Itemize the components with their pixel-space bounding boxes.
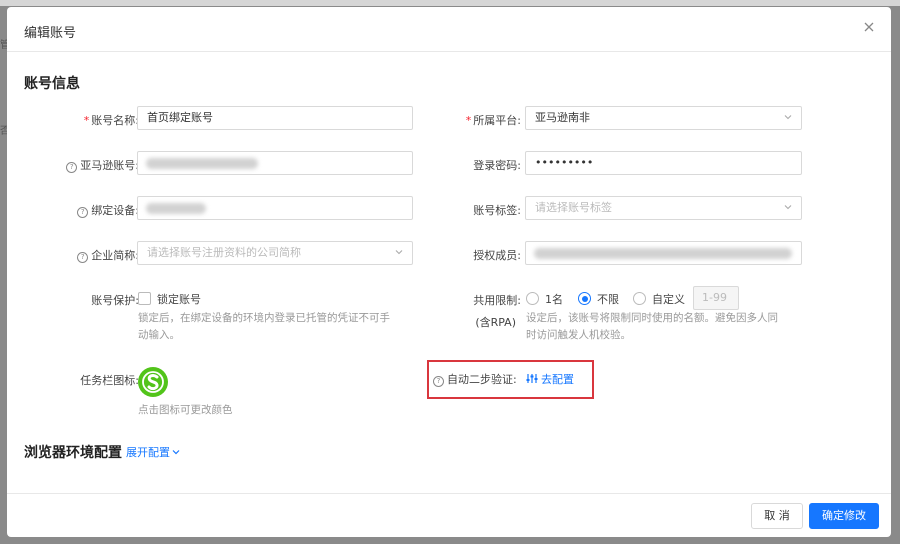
radio-one-label: 1名 [545, 293, 563, 306]
radio-custom-label: 自定义 [652, 293, 685, 306]
redacted-value [146, 203, 206, 214]
radio-unlimited[interactable] [578, 292, 591, 305]
account-protect-help: 锁定后，在绑定设备的环境内登录已托管的凭证不可手 动输入。 [138, 310, 390, 344]
help-line: 设定后，该账号将限制同时使用的名额。避免因多人同 [526, 312, 778, 324]
chevron-down-icon [172, 450, 180, 455]
account-tag-select[interactable]: 请选择账号标签 [525, 196, 802, 220]
cancel-button[interactable]: 取 消 [751, 503, 803, 529]
radio-one[interactable] [526, 292, 539, 305]
redacted-value [146, 158, 258, 169]
chevron-down-icon [784, 205, 792, 210]
logo-icon [8, 521, 31, 533]
question-icon: ? [66, 162, 78, 173]
shared-limit-sublabel: (含RPA) [475, 316, 516, 329]
shared-limit-label: 共用限制: [473, 294, 521, 307]
company-short-placeholder: 请选择账号注册资料的公司简称 [147, 246, 301, 259]
account-tag-placeholder: 请选择账号标签 [535, 201, 612, 214]
company-short-label: ? 企业简称: [77, 247, 139, 263]
custom-limit-input[interactable]: 1-99 [693, 286, 739, 310]
expand-link-text: 展开配置 [126, 446, 170, 459]
help-line: 锁定后，在绑定设备的环境内登录已托管的凭证不可手 [138, 312, 390, 324]
taskbar-app-icon[interactable] [137, 366, 169, 398]
bind-device-input[interactable] [137, 196, 413, 220]
question-icon: ? [433, 376, 444, 387]
configure-2fa-link[interactable]: 去配置 [526, 371, 574, 387]
expand-config-link[interactable]: 展开配置 [126, 444, 181, 460]
login-password-input[interactable]: ••••••••• [525, 151, 802, 175]
platform-select[interactable]: 亚马逊南非 [525, 106, 802, 130]
platform-label: * 所属平台: [465, 114, 521, 127]
chevron-down-icon [784, 115, 792, 120]
chevron-down-icon [395, 250, 403, 255]
amazon-account-label: ? 亚马逊账号: [66, 157, 139, 173]
amazon-account-input[interactable] [137, 151, 413, 175]
platform-value: 亚马逊南非 [535, 111, 590, 124]
company-short-select[interactable]: 请选择账号注册资料的公司简称 [137, 241, 413, 265]
radio-custom[interactable] [633, 292, 646, 305]
section-title-browser: 浏览器环境配置 [24, 445, 122, 461]
dialog-header: 编辑账号 [7, 7, 891, 52]
sliders-icon [526, 374, 538, 383]
question-icon: ? [77, 252, 89, 263]
redacted-value [534, 248, 792, 259]
close-icon[interactable] [861, 19, 877, 35]
help-line: 时访问触发人机校验。 [526, 329, 631, 341]
shared-limit-help: 设定后，该账号将限制同时使用的名额。避免因多人同 时访问触发人机校验。 [526, 310, 778, 344]
watermark: 大数跨境 [6, 514, 105, 538]
authorized-members-label: 授权成员: [473, 249, 521, 262]
lock-account-label: 锁定账号 [157, 293, 201, 306]
taskbar-icon-help: 点击图标可更改颜色 [138, 404, 233, 416]
authorized-members-input[interactable] [525, 241, 802, 265]
watermark-text: 大数跨境 [41, 518, 106, 537]
bind-device-label: ? 绑定设备: [77, 202, 139, 218]
login-password-label: 登录密码: [473, 159, 521, 172]
edit-account-dialog: 编辑账号 账号信息 * 账号名称: 首页绑定账号 * 所属平台: 亚马逊南非 ? 亚马… [7, 7, 891, 537]
question-icon: ? [77, 207, 89, 218]
auto-2fa-label: ? 自动二步验证: [433, 371, 517, 387]
configure-link-text: 去配置 [541, 373, 574, 386]
account-tag-label: 账号标签: [473, 204, 521, 217]
dialog-title: 编辑账号 [24, 26, 77, 41]
radio-unlimited-label: 不限 [597, 293, 619, 306]
taskbar-icon-label: 任务栏图标: [80, 374, 139, 387]
confirm-button[interactable]: 确定修改 [809, 503, 879, 529]
help-line: 动输入。 [138, 329, 180, 341]
account-name-input[interactable]: 首页绑定账号 [137, 106, 413, 130]
background-strip [0, 0, 900, 6]
account-protect-label: 账号保护: [91, 294, 139, 307]
account-name-label: * 账号名称: [83, 114, 139, 127]
dialog-footer: 取 消 确定修改 [7, 493, 891, 537]
section-title-account: 账号信息 [24, 76, 80, 92]
lock-account-checkbox[interactable] [138, 292, 151, 305]
